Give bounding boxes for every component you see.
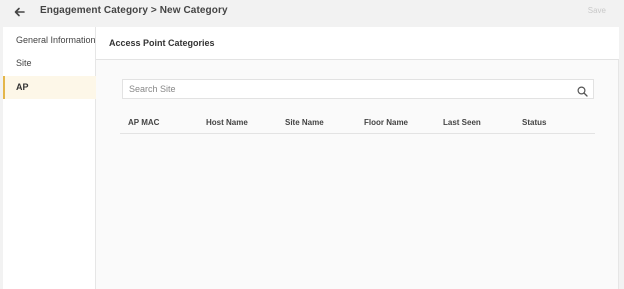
panel-header: Access Point Categories — [96, 27, 619, 60]
column-header-floor-name[interactable]: Floor Name — [364, 118, 408, 127]
arrow-left-icon — [14, 7, 25, 17]
column-header-host-name[interactable]: Host Name — [206, 118, 248, 127]
column-header-site-name[interactable]: Site Name — [285, 118, 324, 127]
breadcrumb: Engagement Category > New Category — [40, 5, 228, 16]
sidebar-item-site[interactable]: Site — [3, 52, 96, 75]
column-header-ap-mac[interactable]: AP MAC — [128, 118, 159, 127]
main-panel: Access Point Categories AP MAC Host Name… — [96, 27, 619, 289]
column-header-last-seen[interactable]: Last Seen — [443, 118, 481, 127]
search-icon[interactable] — [577, 84, 588, 97]
sidebar: General Information Site AP — [3, 27, 96, 289]
panel-title: Access Point Categories — [109, 38, 215, 48]
sidebar-item-ap[interactable]: AP — [3, 76, 96, 99]
top-bar: Engagement Category > New Category Save — [0, 0, 624, 27]
sidebar-item-general-information[interactable]: General Information — [3, 29, 96, 52]
back-button[interactable] — [13, 5, 27, 19]
search-input[interactable] — [123, 80, 563, 98]
column-header-status[interactable]: Status — [522, 118, 546, 127]
save-button[interactable]: Save — [588, 6, 606, 15]
table-header: AP MAC Host Name Site Name Floor Name La… — [120, 116, 595, 134]
search-box — [122, 79, 594, 99]
